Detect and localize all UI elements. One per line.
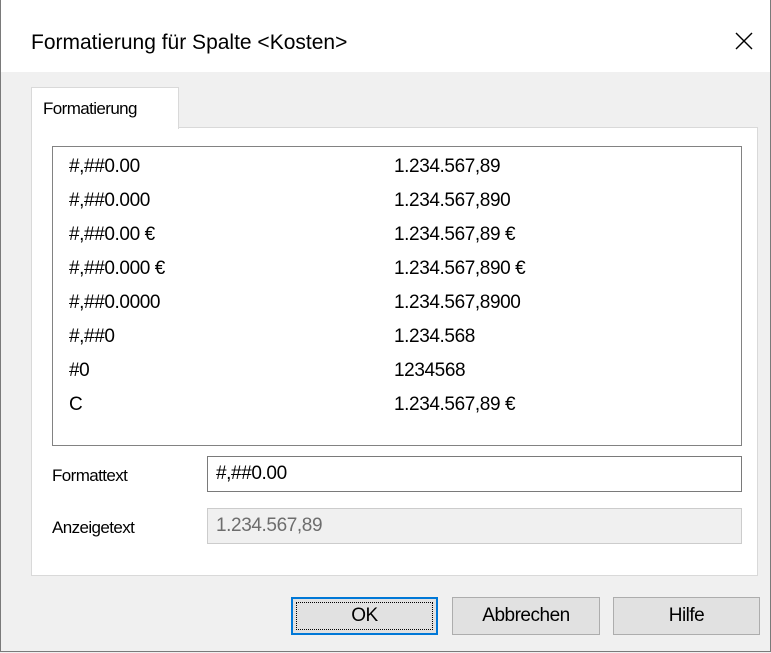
format-code: #,##0.0000 — [69, 292, 161, 313]
format-example: 1.234.567,89 € — [394, 394, 516, 415]
formattext-input[interactable] — [207, 456, 742, 492]
format-list[interactable]: #,##0.00 1.234.567,89 #,##0.000 1.234.56… — [52, 146, 742, 446]
format-code: #,##0.000 — [69, 190, 150, 211]
tab-formatierung[interactable]: Formatierung — [31, 87, 179, 129]
anzeigetext-label: Anzeigetext — [52, 518, 135, 537]
list-item[interactable]: C 1.234.567,89 € — [53, 385, 741, 419]
format-code: C — [69, 394, 83, 415]
format-example: 1.234.567,89 — [394, 156, 501, 177]
title-bar: Formatierung für Spalte <Kosten> — [1, 0, 770, 72]
close-button[interactable] — [718, 18, 770, 64]
format-example: 1.234.568 — [394, 326, 475, 347]
list-item[interactable]: #,##0.000 1.234.567,890 — [53, 181, 741, 215]
list-item[interactable]: #,##0 1.234.568 — [53, 317, 741, 351]
window-title: Formatierung für Spalte <Kosten> — [31, 31, 348, 54]
format-code: #0 — [69, 360, 90, 381]
format-example: 1.234.567,89 € — [394, 224, 516, 245]
cancel-button-label: Abbrechen — [482, 605, 570, 626]
list-item[interactable]: #,##0.00 € 1.234.567,89 € — [53, 215, 741, 249]
anzeigetext-field — [207, 508, 742, 544]
format-dialog: Formatierung für Spalte <Kosten> Formati… — [0, 0, 771, 652]
help-button[interactable]: Hilfe — [613, 597, 760, 635]
list-item[interactable]: #,##0.000 € 1.234.567,890 € — [53, 249, 741, 283]
format-example: 1234568 — [394, 360, 466, 381]
format-example: 1.234.567,8900 — [394, 292, 521, 313]
list-item[interactable]: #0 1234568 — [53, 351, 741, 385]
format-code: #,##0.000 € — [69, 258, 165, 279]
help-button-label: Hilfe — [668, 605, 705, 626]
focus-rectangle — [296, 602, 433, 630]
list-item[interactable]: #,##0.00 1.234.567,89 — [53, 147, 741, 181]
format-code: #,##0.00 — [69, 156, 140, 177]
format-example: 1.234.567,890 € — [394, 258, 526, 279]
format-code: #,##0.00 € — [69, 224, 155, 245]
cancel-button[interactable]: Abbrechen — [452, 597, 600, 635]
list-item[interactable]: #,##0.0000 1.234.567,8900 — [53, 283, 741, 317]
formattext-label: Formattext — [52, 466, 128, 485]
format-example: 1.234.567,890 — [394, 190, 511, 211]
format-code: #,##0 — [69, 326, 115, 347]
tab-label: Formatierung — [43, 99, 138, 118]
ok-button[interactable]: OK — [291, 597, 438, 635]
close-icon — [735, 32, 753, 50]
